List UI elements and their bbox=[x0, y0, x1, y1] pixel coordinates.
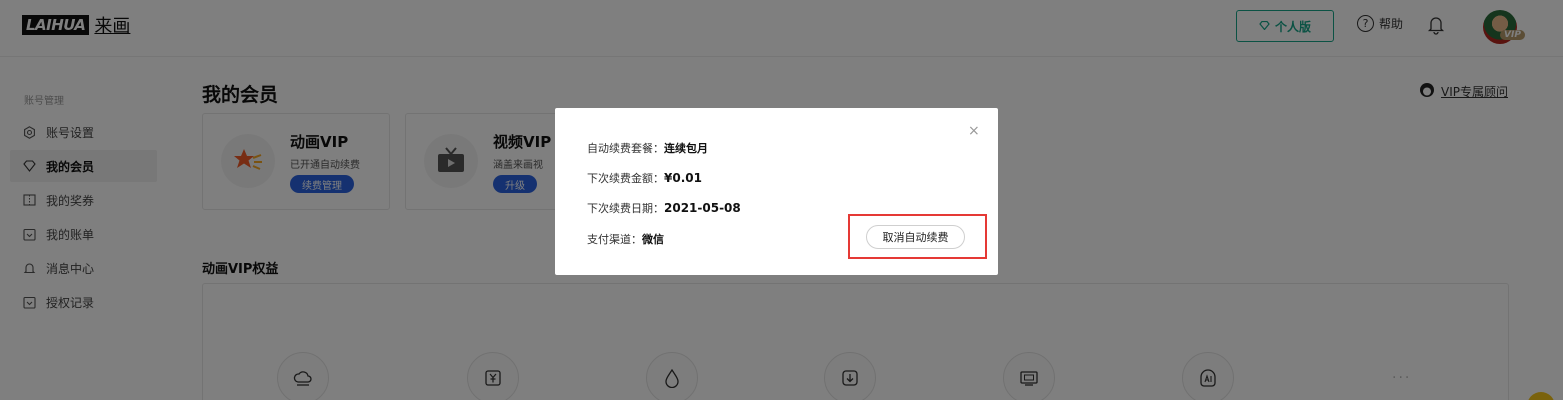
row-value: ¥0.01 bbox=[664, 171, 702, 185]
row-value: 2021-05-08 bbox=[664, 201, 741, 215]
auto-renew-dialog: × 自动续费套餐：连续包月 下次续费金额：¥0.01 下次续费日期：2021-0… bbox=[555, 108, 998, 275]
row-label: 下次续费金额： bbox=[587, 172, 664, 185]
row-value: 微信 bbox=[642, 233, 664, 246]
payment-channel-row: 支付渠道：微信 bbox=[587, 231, 664, 247]
close-icon[interactable]: × bbox=[968, 123, 980, 139]
row-value: 连续包月 bbox=[664, 142, 708, 155]
renew-date-row: 下次续费日期：2021-05-08 bbox=[587, 200, 741, 216]
row-label: 下次续费日期： bbox=[587, 202, 664, 215]
renew-amount-row: 下次续费金额：¥0.01 bbox=[587, 170, 702, 186]
renew-plan-row: 自动续费套餐：连续包月 bbox=[587, 140, 708, 156]
row-label: 支付渠道： bbox=[587, 233, 642, 246]
cancel-auto-renew-button[interactable]: 取消自动续费 bbox=[866, 225, 965, 249]
row-label: 自动续费套餐： bbox=[587, 142, 664, 155]
